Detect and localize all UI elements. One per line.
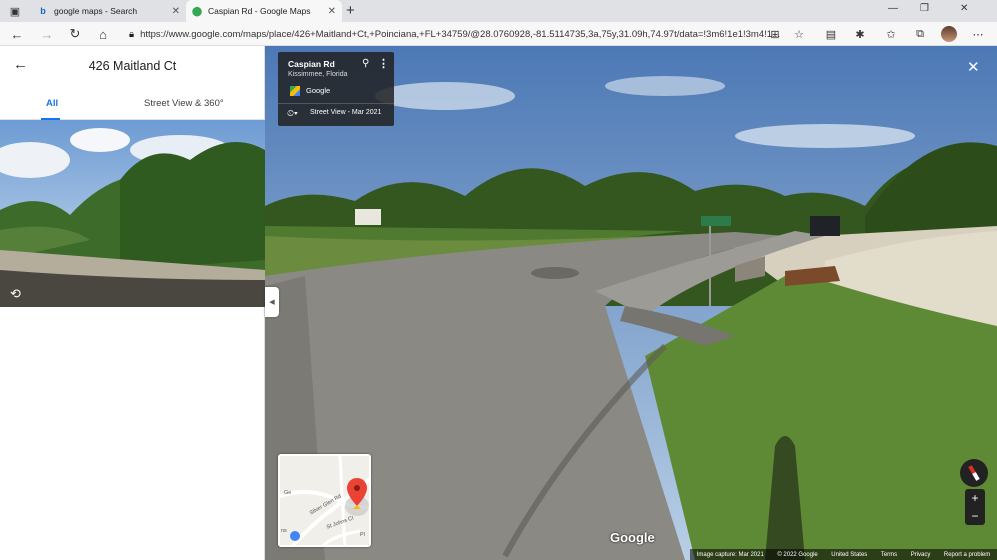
tab-title: Caspian Rd - Google Maps — [208, 6, 311, 16]
tab-google-search[interactable]: b google maps - Search ✕ — [32, 0, 186, 22]
google-logo: Google — [610, 530, 655, 545]
map-label: Pl — [360, 532, 365, 538]
street-locality: Kissimmee, Florida — [288, 71, 348, 78]
history-clock-icon[interactable]: ⏲▾ — [287, 108, 298, 119]
minimap[interactable]: Ge Silver Glen Rd St Johns Ct Pl ns — [278, 454, 371, 547]
location-info-card: Caspian Rd Kissimmee, Florida ⚲ ⋮ Google… — [278, 52, 394, 126]
url-text: https://www.google.com/maps/place/426+Ma… — [140, 28, 780, 40]
maps-pin-icon: ⬤ — [191, 5, 203, 16]
tab-all[interactable]: All — [46, 98, 58, 109]
page-title: 426 Maitland Ct — [88, 59, 177, 73]
new-tab-button[interactable]: + — [346, 2, 355, 19]
avatar[interactable] — [941, 26, 957, 42]
tab-actions-icon[interactable]: ▣ — [6, 3, 24, 19]
minimize-icon[interactable]: — — [888, 3, 898, 14]
zoom-in-button[interactable]: + — [965, 489, 985, 507]
close-tab-icon[interactable]: ✕ — [172, 6, 180, 17]
tab-title: google maps - Search — [54, 6, 138, 16]
tab-strip: ▣ b google maps - Search ✕ ⬤ Caspian Rd … — [0, 0, 997, 22]
copyright-text: © 2022 Google — [777, 551, 818, 558]
provider-name: Google — [306, 86, 331, 95]
puzzle-icon[interactable]: ✱ — [852, 26, 868, 42]
zoom-control: + − — [965, 489, 985, 525]
lock-icon: 🔒︎ — [129, 28, 135, 40]
forward-icon[interactable]: → — [38, 25, 56, 43]
privacy-link[interactable]: Privacy — [911, 552, 931, 558]
collections-icon[interactable]: ⧉ — [912, 26, 928, 42]
panel-header: ← 426 Maitland Ct — [0, 46, 265, 86]
region-link[interactable]: United States — [831, 552, 867, 558]
compass-icon[interactable] — [960, 459, 988, 487]
close-window-icon[interactable]: ✕ — [960, 3, 968, 14]
footer-bar: Image capture: Mar 2021 © 2022 Google Un… — [690, 549, 997, 560]
zoom-out-button[interactable]: − — [965, 507, 985, 525]
close-tab-icon[interactable]: ✕ — [328, 6, 336, 17]
side-panel: ← 426 Maitland Ct All Street View & 360°… — [0, 46, 265, 560]
back-icon[interactable]: ← — [8, 25, 26, 43]
maximize-icon[interactable]: ❐ — [920, 3, 929, 14]
address-bar-row: ← → ↻ ⌂ 🔒︎ https://www.google.com/maps/p… — [0, 22, 997, 46]
street-view-thumbnail[interactable]: ⟲ — [0, 120, 265, 307]
divider — [278, 103, 394, 104]
terms-link[interactable]: Terms — [881, 552, 897, 558]
map-label: Ge — [284, 490, 292, 496]
extension-icon[interactable]: ▤ — [823, 26, 839, 42]
street-name: Caspian Rd — [288, 59, 335, 69]
collapse-panel-button[interactable]: ◀ — [265, 287, 279, 317]
rotate-360-icon: ⟲ — [10, 286, 21, 301]
favorite-star-icon[interactable]: ☆ — [791, 26, 807, 42]
google-maps-logo-icon — [290, 86, 300, 96]
home-icon[interactable]: ⌂ — [94, 25, 112, 43]
favorites-icon[interactable]: ✩ — [883, 26, 899, 42]
image-capture-text: Image capture: Mar 2021 — [696, 551, 764, 558]
bing-icon: b — [40, 6, 46, 16]
tab-google-maps[interactable]: ⬤ Caspian Rd - Google Maps ✕ — [186, 0, 342, 22]
url-field[interactable]: 🔒︎ https://www.google.com/maps/place/426… — [123, 24, 809, 44]
more-vert-icon[interactable]: ⋮ — [378, 57, 389, 70]
report-problem-link[interactable]: Report a problem — [944, 552, 990, 558]
close-icon[interactable]: ✕ — [967, 58, 980, 76]
apps-icon[interactable]: ⊞ — [767, 26, 783, 42]
capture-date: Street View - Mar 2021 — [310, 109, 382, 116]
refresh-icon[interactable]: ↻ — [66, 25, 84, 43]
photo-tabs: All Street View & 360° — [0, 92, 265, 120]
more-icon[interactable]: ⋯ — [970, 26, 986, 42]
location-pin-icon[interactable]: ⚲ — [362, 58, 369, 69]
compass-needle — [968, 465, 980, 481]
tab-street-view[interactable]: Street View & 360° — [144, 98, 224, 109]
map-label: ns — [281, 528, 287, 534]
